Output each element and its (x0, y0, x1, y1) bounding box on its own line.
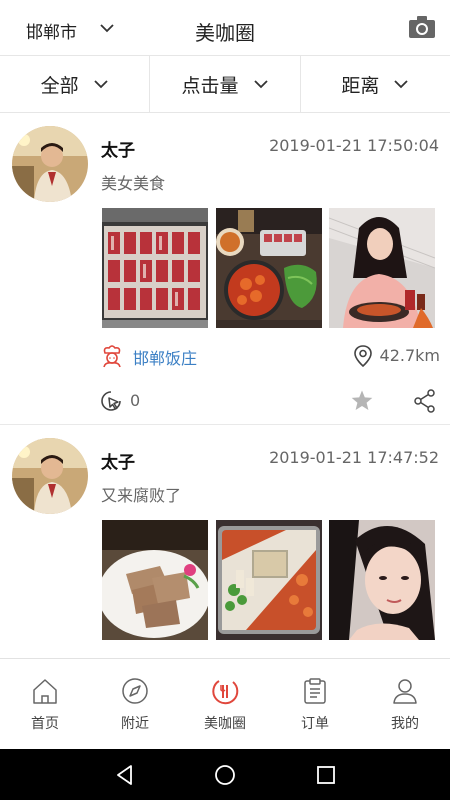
tab-meika-circle[interactable]: 美咖圈 (180, 659, 270, 749)
filter-label: 全部 (40, 74, 79, 97)
filter-bar: 全部 点击量 距离 (0, 56, 450, 113)
chevron-down-icon (394, 80, 408, 89)
post-timestamp: 2019-01-21 17:50:04 (269, 136, 439, 155)
tab-label: 我的 (391, 716, 419, 732)
location-pin-icon (354, 345, 372, 367)
recent-apps-icon[interactable] (314, 763, 338, 787)
post-timestamp: 2019-01-21 17:47:52 (269, 448, 439, 467)
page-title: 美咖圈 (195, 21, 255, 45)
filter-label: 距离 (341, 74, 380, 97)
shop-link[interactable]: 邯郸饭庄 (133, 345, 197, 369)
shop-distance: 42.7km (379, 346, 440, 365)
star-icon[interactable] (350, 389, 374, 413)
post-username[interactable]: 太子 (101, 136, 135, 161)
filter-label: 点击量 (181, 74, 239, 97)
filter-clicks[interactable]: 点击量 (150, 56, 301, 112)
tab-mine[interactable]: 我的 (360, 659, 450, 749)
home-icon (33, 679, 57, 704)
post-photos (102, 208, 435, 328)
post-card[interactable]: 太子 2019-01-21 17:50:04 美女美食 邯郸饭庄 42.7km … (0, 113, 450, 425)
girl-selfie-photo[interactable] (329, 520, 435, 640)
sliced-meat-plate-photo[interactable] (102, 520, 208, 640)
click-count: 0 (130, 391, 141, 410)
avatar[interactable] (12, 438, 88, 514)
cursor-click-icon (101, 391, 121, 411)
korean-bbq-table-photo[interactable] (215, 208, 322, 328)
tab-label: 订单 (301, 716, 329, 732)
tab-label: 首页 (31, 716, 59, 732)
post-feed[interactable]: 太子 2019-01-21 17:50:04 美女美食 邯郸饭庄 42.7km … (0, 113, 450, 658)
compass-icon (122, 678, 148, 704)
bottom-tab-bar: 首页 附近 美咖圈 订单 我的 (0, 658, 450, 749)
system-nav-bar (0, 749, 450, 800)
post-caption: 美女美食 (101, 174, 166, 193)
post-username[interactable]: 太子 (101, 448, 135, 473)
filter-distance[interactable]: 距离 (301, 56, 450, 112)
girl-eating-photo[interactable] (329, 208, 435, 328)
app-header: 邯郸市 美咖圈 (0, 0, 450, 56)
filter-all[interactable]: 全部 (0, 56, 151, 112)
chevron-down-icon (253, 80, 268, 89)
post-caption: 又来腐败了 (101, 486, 182, 505)
chef-icon (103, 345, 121, 368)
stats-row: 0 (100, 388, 440, 416)
back-icon[interactable] (113, 763, 137, 787)
hot-pot-photo[interactable] (215, 520, 322, 640)
avatar[interactable] (12, 126, 88, 202)
tab-orders[interactable]: 订单 (270, 659, 360, 749)
tab-label: 附近 (121, 716, 149, 732)
home-button-icon[interactable] (213, 763, 237, 787)
raw-meat-tray-photo[interactable] (102, 208, 208, 328)
post-card[interactable]: 太子 2019-01-21 17:47:52 又来腐败了 (0, 425, 450, 658)
shop-row: 邯郸饭庄 42.7km (100, 342, 440, 370)
tab-home[interactable]: 首页 (0, 659, 90, 749)
share-icon[interactable] (414, 389, 436, 413)
person-icon (393, 679, 417, 704)
chevron-down-icon (94, 80, 108, 89)
tab-nearby[interactable]: 附近 (90, 659, 180, 749)
clipboard-icon (304, 678, 326, 704)
post-photos (102, 520, 435, 640)
camera-icon[interactable] (408, 15, 436, 39)
meika-circle-icon (212, 680, 239, 705)
tab-label: 美咖圈 (204, 716, 246, 732)
